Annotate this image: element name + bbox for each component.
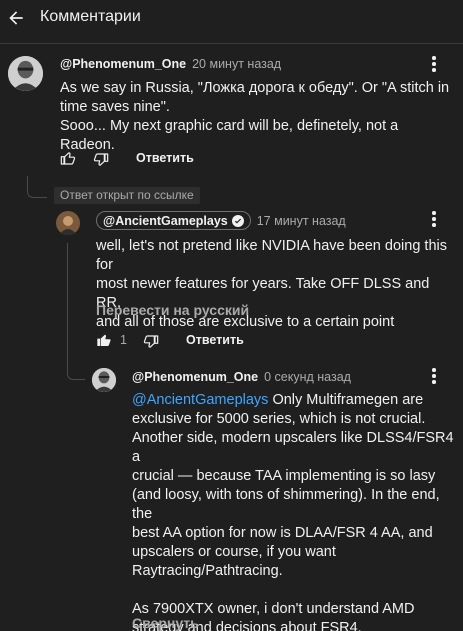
more-options-icon[interactable] xyxy=(430,56,438,74)
avatar[interactable] xyxy=(8,56,43,91)
page-title: Комментарии xyxy=(40,8,141,25)
avatar[interactable] xyxy=(92,368,116,392)
user-portrait-icon xyxy=(92,368,116,392)
mention-link[interactable]: @AncientGameplays xyxy=(132,392,268,408)
creator-name-chip[interactable]: @AncientGameplays xyxy=(96,211,251,230)
comment-author[interactable]: @Phenomenum_One xyxy=(132,370,258,384)
reply-button[interactable]: Ответить xyxy=(136,151,194,165)
like-filled-icon[interactable] xyxy=(96,332,112,348)
comment-author: @AncientGameplays xyxy=(103,213,228,228)
more-options-icon[interactable] xyxy=(430,368,438,386)
comment-meta: @AncientGameplays 17 минут назад xyxy=(96,211,346,230)
comment-author[interactable]: @Phenomenum_One xyxy=(60,57,186,71)
linked-reply-badge: Ответ открыт по ссылке xyxy=(54,187,200,204)
header-divider xyxy=(0,43,463,44)
comment-line: crucial — because TAA implementing is so… xyxy=(132,468,436,484)
like-icon[interactable] xyxy=(60,150,76,166)
more-options-icon[interactable] xyxy=(430,211,438,229)
comment-line: best AA option for now is DLAA/FSR 4 AA,… xyxy=(132,525,433,541)
thread-connector xyxy=(67,243,85,380)
translate-button[interactable]: Перевести на русский xyxy=(96,302,249,318)
comment-text: As we say in Russia, "Ложка дорога к обе… xyxy=(60,79,455,155)
comment-line: @AncientGameplays Only Multiframegen are xyxy=(132,391,460,410)
dislike-icon[interactable] xyxy=(143,334,159,350)
comment-time[interactable]: 20 минут назад xyxy=(192,57,281,71)
comment-time[interactable]: 17 минут назад xyxy=(257,214,346,228)
comment-line: exclusive for 5000 series, which is not … xyxy=(132,411,426,427)
collapse-button[interactable]: Свернуть xyxy=(132,615,199,631)
reply-button[interactable]: Ответить xyxy=(186,333,244,347)
like-count: 1 xyxy=(120,333,127,347)
comment-text: @AncientGameplays Only Multiframegen are… xyxy=(132,391,460,631)
comment-line: Raytracing/Pathtracing. xyxy=(132,563,283,579)
user-portrait-icon xyxy=(8,56,43,91)
comment-line: As we say in Russia, "Ложка дорога к обе… xyxy=(60,80,450,96)
avatar[interactable] xyxy=(56,211,80,235)
comment-line: (and loosy, with tons of shimmering). In… xyxy=(132,487,440,522)
verified-check-icon xyxy=(231,214,244,227)
comment-line-rest: Only Multiframegen are xyxy=(268,392,424,408)
user-portrait-icon xyxy=(56,211,80,235)
back-arrow-icon[interactable] xyxy=(6,8,26,28)
comment-meta: @Phenomenum_One 20 минут назад xyxy=(60,57,281,71)
thread-connector xyxy=(27,176,47,198)
comment-meta: @Phenomenum_One 0 секунд назад xyxy=(132,370,351,384)
comment-time[interactable]: 0 секунд назад xyxy=(264,370,351,384)
dislike-icon[interactable] xyxy=(93,152,109,168)
comment-line: well, let's not pretend like NVIDIA have… xyxy=(96,238,447,273)
comment-line: Sooo... My next graphic card will be, de… xyxy=(60,118,399,153)
comments-header: Комментарии xyxy=(0,0,463,36)
comment-line: time saves nine". xyxy=(60,99,170,115)
comment-line: upscalers or course, if you want xyxy=(132,544,336,560)
comment-line: Another side, modern upscalers like DLSS… xyxy=(132,430,454,465)
